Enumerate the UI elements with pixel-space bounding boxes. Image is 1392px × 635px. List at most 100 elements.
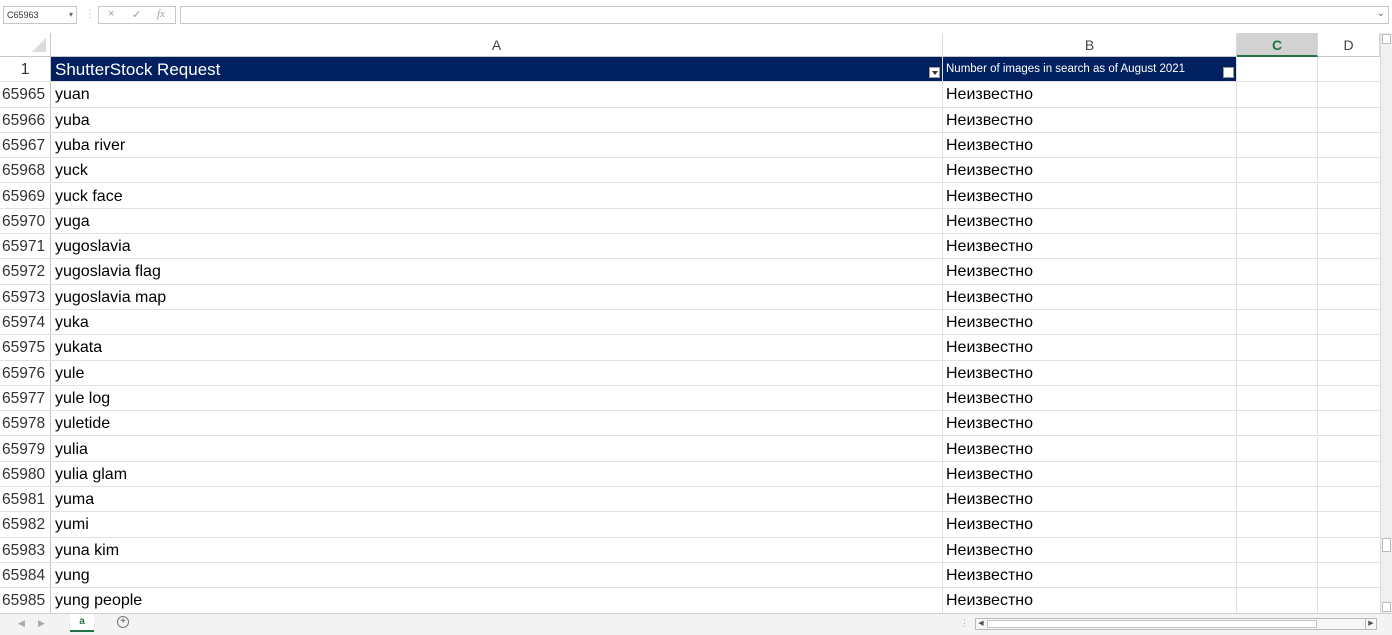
sort-filter-icon[interactable]	[1223, 66, 1234, 91]
cell-d[interactable]	[1318, 209, 1380, 233]
scroll-right-icon[interactable]: ▶	[1365, 619, 1376, 629]
column-header-c[interactable]: C	[1237, 33, 1318, 57]
cell-d[interactable]	[1318, 538, 1380, 562]
cell-d[interactable]	[1318, 158, 1380, 182]
row-number[interactable]: 65980	[0, 461, 51, 487]
request-cell[interactable]: yukata	[51, 335, 943, 360]
row-number[interactable]: 65976	[0, 360, 51, 385]
image-count-cell[interactable]: Неизвестно	[943, 132, 1237, 158]
horizontal-scrollbar[interactable]: ◀ ▶	[975, 618, 1377, 630]
row-number[interactable]: 65984	[0, 563, 51, 588]
cell-c[interactable]	[1237, 310, 1318, 335]
vertical-scrollbar[interactable]	[1380, 33, 1392, 613]
cell-c[interactable]	[1237, 107, 1318, 132]
chevron-down-icon[interactable]: ▾	[69, 7, 73, 23]
scroll-left-icon[interactable]: ◀	[976, 619, 986, 629]
cell-d[interactable]	[1318, 310, 1380, 334]
image-count-cell[interactable]: Неизвестно	[943, 537, 1237, 562]
request-cell[interactable]: yuck	[51, 158, 943, 183]
row-number[interactable]: 65968	[0, 158, 51, 183]
image-count-cell[interactable]: Неизвестно	[943, 436, 1237, 461]
cell-c[interactable]	[1237, 284, 1318, 309]
image-count-cell[interactable]: Неизвестно	[943, 411, 1237, 436]
image-count-cell[interactable]: Неизвестно	[943, 310, 1237, 335]
request-cell[interactable]: yugoslavia	[51, 234, 943, 259]
row-number[interactable]: 65978	[0, 411, 51, 436]
split-handle-icon[interactable]: ⋮	[960, 618, 969, 629]
cell-d[interactable]	[1318, 411, 1380, 435]
scroll-thumb[interactable]	[987, 620, 1317, 628]
cell-c[interactable]	[1237, 563, 1318, 588]
image-count-cell[interactable]: Неизвестно	[943, 563, 1237, 588]
cell-d[interactable]	[1318, 588, 1380, 612]
check-icon[interactable]: ✓	[132, 8, 141, 21]
cell-c[interactable]	[1237, 208, 1318, 234]
sheet-tab[interactable]: a	[70, 614, 94, 632]
image-count-cell[interactable]: Неизвестно	[943, 385, 1237, 411]
cell-d[interactable]	[1318, 437, 1380, 461]
cell-c[interactable]	[1237, 259, 1318, 284]
request-cell[interactable]: yule	[51, 360, 943, 385]
cell-c[interactable]	[1237, 57, 1318, 82]
name-box[interactable]: C65963 ▾	[3, 6, 77, 24]
image-count-cell[interactable]: Неизвестно	[943, 487, 1237, 512]
cell-c[interactable]	[1237, 183, 1318, 208]
cell-c[interactable]	[1237, 82, 1318, 107]
request-cell[interactable]: yugoslavia flag	[51, 259, 943, 284]
column-header-d[interactable]: D	[1318, 33, 1380, 57]
request-cell[interactable]: yumi	[51, 512, 943, 537]
request-cell[interactable]: yung	[51, 563, 943, 588]
cell-c[interactable]	[1237, 537, 1318, 562]
image-count-cell[interactable]: Неизвестно	[943, 284, 1237, 309]
cell-c[interactable]	[1237, 132, 1318, 158]
row-number[interactable]: 65973	[0, 284, 51, 309]
row-number[interactable]: 65985	[0, 588, 51, 613]
row-number[interactable]: 65971	[0, 234, 51, 259]
plus-circle-icon[interactable]: +	[117, 616, 129, 628]
row-number[interactable]: 65967	[0, 132, 51, 158]
request-cell[interactable]: yulia glam	[51, 461, 943, 487]
request-cell[interactable]: yuletide	[51, 411, 943, 436]
row-number[interactable]: 65970	[0, 208, 51, 234]
cell-c[interactable]	[1237, 411, 1318, 436]
cell-c[interactable]	[1237, 360, 1318, 385]
filter-dropdown-icon[interactable]	[929, 67, 940, 79]
cell-c[interactable]	[1237, 158, 1318, 183]
cell-d[interactable]	[1318, 57, 1380, 81]
header-cell-a[interactable]: ShutterStock Request	[51, 57, 943, 82]
prev-sheet-icon[interactable]: ◀	[18, 618, 25, 629]
row-number[interactable]: 65972	[0, 259, 51, 284]
request-cell[interactable]: yung people	[51, 588, 943, 613]
row-number[interactable]: 65981	[0, 487, 51, 512]
request-cell[interactable]: yuma	[51, 487, 943, 512]
request-cell[interactable]: yulia	[51, 436, 943, 461]
cell-d[interactable]	[1318, 133, 1380, 157]
cell-c[interactable]	[1237, 461, 1318, 487]
image-count-cell[interactable]: Неизвестно	[943, 183, 1237, 208]
image-count-cell[interactable]: Неизвестно	[943, 588, 1237, 613]
request-cell[interactable]: yule log	[51, 385, 943, 411]
cell-d[interactable]	[1318, 512, 1380, 536]
request-cell[interactable]: yuna kim	[51, 537, 943, 562]
request-cell[interactable]: yuan	[51, 82, 943, 107]
next-sheet-icon[interactable]: ▶	[38, 618, 45, 629]
formula-input[interactable]: ⌄	[180, 6, 1389, 24]
row-number[interactable]: 65977	[0, 385, 51, 411]
cell-d[interactable]	[1318, 563, 1380, 587]
cell-d[interactable]	[1318, 361, 1380, 385]
cell-c[interactable]	[1237, 335, 1318, 360]
cell-c[interactable]	[1237, 512, 1318, 537]
cell-d[interactable]	[1318, 108, 1380, 132]
request-cell[interactable]: yuba river	[51, 132, 943, 158]
request-cell[interactable]: yuga	[51, 208, 943, 234]
cell-d[interactable]	[1318, 234, 1380, 258]
request-cell[interactable]: yuck face	[51, 183, 943, 208]
header-cell-b[interactable]: Number of images in search as of August …	[943, 57, 1237, 91]
row-number[interactable]: 65969	[0, 183, 51, 208]
cell-d[interactable]	[1318, 259, 1380, 283]
image-count-cell[interactable]: Неизвестно	[943, 461, 1237, 487]
cell-c[interactable]	[1237, 487, 1318, 512]
row-number[interactable]: 65982	[0, 512, 51, 537]
cell-d[interactable]	[1318, 335, 1380, 359]
image-count-cell[interactable]: Неизвестно	[943, 107, 1237, 132]
